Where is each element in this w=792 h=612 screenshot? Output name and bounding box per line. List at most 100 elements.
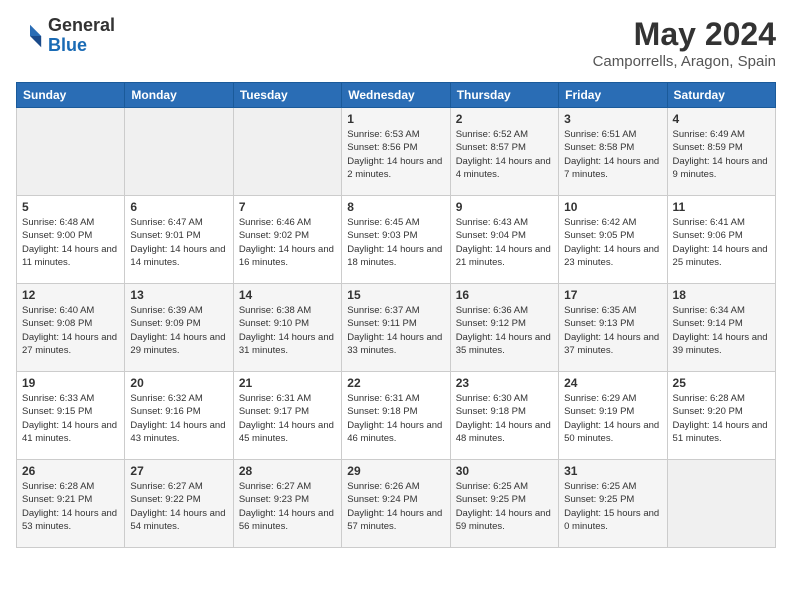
day-number: 11 <box>673 200 770 214</box>
cell-content: Sunrise: 6:25 AMSunset: 9:25 PMDaylight:… <box>564 480 661 533</box>
day-number: 30 <box>456 464 553 478</box>
calendar-cell: 26Sunrise: 6:28 AMSunset: 9:21 PMDayligh… <box>17 460 125 548</box>
cell-content: Sunrise: 6:34 AMSunset: 9:14 PMDaylight:… <box>673 304 770 357</box>
calendar-cell: 13 Sunrise: 6:39 AMSunset: 9:09 PMDayligh… <box>125 284 233 372</box>
week-row-0: 1Sunrise: 6:53 AMSunset: 8:56 PMDaylight… <box>17 108 776 196</box>
page-header: General Blue May 2024 Camporrells, Arago… <box>16 16 776 70</box>
location: Camporrells, Aragon, Spain <box>593 53 776 70</box>
calendar-cell: 6 Sunrise: 6:47 AMSunset: 9:01 PMDaylight… <box>125 196 233 284</box>
calendar-cell: 30 Sunrise: 6:25 AMSunset: 9:25 PMDayligh… <box>450 460 558 548</box>
calendar-cell: 15 Sunrise: 6:37 AMSunset: 9:11 PMDayligh… <box>342 284 450 372</box>
calendar-cell: 2Sunrise: 6:52 AMSunset: 8:57 PMDaylight… <box>450 108 558 196</box>
cell-content: Sunrise: 6:49 AMSunset: 8:59 PMDaylight:… <box>673 128 770 181</box>
header-tuesday: Tuesday <box>233 83 341 108</box>
day-number: 7 <box>239 200 336 214</box>
day-number: 23 <box>456 376 553 390</box>
cell-content: Sunrise: 6:31 AMSunset: 9:17 PMDaylight:… <box>239 392 336 445</box>
day-number: 12 <box>22 288 119 302</box>
calendar-cell: 23Sunrise: 6:30 AMSunset: 9:18 PMDayligh… <box>450 372 558 460</box>
calendar-cell <box>233 108 341 196</box>
day-number: 3 <box>564 112 661 126</box>
cell-content: Sunrise: 6:39 AMSunset: 9:09 PMDaylight:… <box>130 304 227 357</box>
calendar-cell: 8 Sunrise: 6:45 AMSunset: 9:03 PMDaylight… <box>342 196 450 284</box>
day-number: 21 <box>239 376 336 390</box>
header-thursday: Thursday <box>450 83 558 108</box>
day-number: 9 <box>456 200 553 214</box>
calendar-cell: 31 Sunrise: 6:25 AMSunset: 9:25 PMDayligh… <box>559 460 667 548</box>
calendar-cell: 20Sunrise: 6:32 AMSunset: 9:16 PMDayligh… <box>125 372 233 460</box>
cell-content: Sunrise: 6:41 AMSunset: 9:06 PMDaylight:… <box>673 216 770 269</box>
week-row-2: 12 Sunrise: 6:40 AMSunset: 9:08 PMDayligh… <box>17 284 776 372</box>
calendar-cell: 3 Sunrise: 6:51 AMSunset: 8:58 PMDaylight… <box>559 108 667 196</box>
day-number: 4 <box>673 112 770 126</box>
cell-content: Sunrise: 6:51 AMSunset: 8:58 PMDaylight:… <box>564 128 661 181</box>
cell-content: Sunrise: 6:25 AMSunset: 9:25 PMDaylight:… <box>456 480 553 533</box>
day-number: 16 <box>456 288 553 302</box>
calendar-cell: 25Sunrise: 6:28 AMSunset: 9:20 PMDayligh… <box>667 372 775 460</box>
calendar-cell: 4 Sunrise: 6:49 AMSunset: 8:59 PMDaylight… <box>667 108 775 196</box>
day-number: 8 <box>347 200 444 214</box>
cell-content: Sunrise: 6:47 AMSunset: 9:01 PMDaylight:… <box>130 216 227 269</box>
cell-content: Sunrise: 6:43 AMSunset: 9:04 PMDaylight:… <box>456 216 553 269</box>
cell-content: Sunrise: 6:36 AMSunset: 9:12 PMDaylight:… <box>456 304 553 357</box>
header-sunday: Sunday <box>17 83 125 108</box>
cell-content: Sunrise: 6:28 AMSunset: 9:21 PMDaylight:… <box>22 480 119 533</box>
cell-content: Sunrise: 6:31 AMSunset: 9:18 PMDaylight:… <box>347 392 444 445</box>
header-friday: Friday <box>559 83 667 108</box>
month-title: May 2024 <box>593 16 776 53</box>
day-number: 18 <box>673 288 770 302</box>
week-row-4: 26Sunrise: 6:28 AMSunset: 9:21 PMDayligh… <box>17 460 776 548</box>
day-number: 28 <box>239 464 336 478</box>
day-number: 13 <box>130 288 227 302</box>
calendar-cell: 24 Sunrise: 6:29 AMSunset: 9:19 PMDayligh… <box>559 372 667 460</box>
calendar-cell: 21 Sunrise: 6:31 AMSunset: 9:17 PMDayligh… <box>233 372 341 460</box>
day-number: 31 <box>564 464 661 478</box>
cell-content: Sunrise: 6:42 AMSunset: 9:05 PMDaylight:… <box>564 216 661 269</box>
logo: General Blue <box>16 16 115 56</box>
cell-content: Sunrise: 6:35 AMSunset: 9:13 PMDaylight:… <box>564 304 661 357</box>
cell-content: Sunrise: 6:40 AMSunset: 9:08 PMDaylight:… <box>22 304 119 357</box>
calendar-cell: 14 Sunrise: 6:38 AMSunset: 9:10 PMDayligh… <box>233 284 341 372</box>
day-number: 1 <box>347 112 444 126</box>
cell-content: Sunrise: 6:27 AMSunset: 9:23 PMDaylight:… <box>239 480 336 533</box>
cell-content: Sunrise: 6:48 AMSunset: 9:00 PMDaylight:… <box>22 216 119 269</box>
cell-content: Sunrise: 6:26 AMSunset: 9:24 PMDaylight:… <box>347 480 444 533</box>
logo-text: General Blue <box>48 16 115 56</box>
calendar-table: SundayMondayTuesdayWednesdayThursdayFrid… <box>16 82 776 548</box>
cell-content: Sunrise: 6:33 AMSunset: 9:15 PMDaylight:… <box>22 392 119 445</box>
day-number: 17 <box>564 288 661 302</box>
day-number: 2 <box>456 112 553 126</box>
calendar-cell <box>17 108 125 196</box>
calendar-cell: 12 Sunrise: 6:40 AMSunset: 9:08 PMDayligh… <box>17 284 125 372</box>
cell-content: Sunrise: 6:45 AMSunset: 9:03 PMDaylight:… <box>347 216 444 269</box>
cell-content: Sunrise: 6:46 AMSunset: 9:02 PMDaylight:… <box>239 216 336 269</box>
day-number: 27 <box>130 464 227 478</box>
day-number: 29 <box>347 464 444 478</box>
calendar-cell: 1Sunrise: 6:53 AMSunset: 8:56 PMDaylight… <box>342 108 450 196</box>
calendar-header-row: SundayMondayTuesdayWednesdayThursdayFrid… <box>17 83 776 108</box>
day-number: 14 <box>239 288 336 302</box>
calendar-cell: 18 Sunrise: 6:34 AMSunset: 9:14 PMDayligh… <box>667 284 775 372</box>
calendar-cell: 16 Sunrise: 6:36 AMSunset: 9:12 PMDayligh… <box>450 284 558 372</box>
week-row-1: 5Sunrise: 6:48 AMSunset: 9:00 PMDaylight… <box>17 196 776 284</box>
calendar-cell: 19 Sunrise: 6:33 AMSunset: 9:15 PMDayligh… <box>17 372 125 460</box>
calendar-cell <box>667 460 775 548</box>
day-number: 6 <box>130 200 227 214</box>
week-row-3: 19 Sunrise: 6:33 AMSunset: 9:15 PMDayligh… <box>17 372 776 460</box>
calendar-cell: 11 Sunrise: 6:41 AMSunset: 9:06 PMDayligh… <box>667 196 775 284</box>
day-number: 24 <box>564 376 661 390</box>
header-wednesday: Wednesday <box>342 83 450 108</box>
cell-content: Sunrise: 6:29 AMSunset: 9:19 PMDaylight:… <box>564 392 661 445</box>
header-monday: Monday <box>125 83 233 108</box>
day-number: 10 <box>564 200 661 214</box>
day-number: 19 <box>22 376 119 390</box>
cell-content: Sunrise: 6:37 AMSunset: 9:11 PMDaylight:… <box>347 304 444 357</box>
cell-content: Sunrise: 6:38 AMSunset: 9:10 PMDaylight:… <box>239 304 336 357</box>
cell-content: Sunrise: 6:32 AMSunset: 9:16 PMDaylight:… <box>130 392 227 445</box>
calendar-cell: 17 Sunrise: 6:35 AMSunset: 9:13 PMDayligh… <box>559 284 667 372</box>
header-saturday: Saturday <box>667 83 775 108</box>
day-number: 15 <box>347 288 444 302</box>
calendar-cell: 27Sunrise: 6:27 AMSunset: 9:22 PMDayligh… <box>125 460 233 548</box>
calendar-cell: 29 Sunrise: 6:26 AMSunset: 9:24 PMDayligh… <box>342 460 450 548</box>
calendar-cell: 10 Sunrise: 6:42 AMSunset: 9:05 PMDayligh… <box>559 196 667 284</box>
